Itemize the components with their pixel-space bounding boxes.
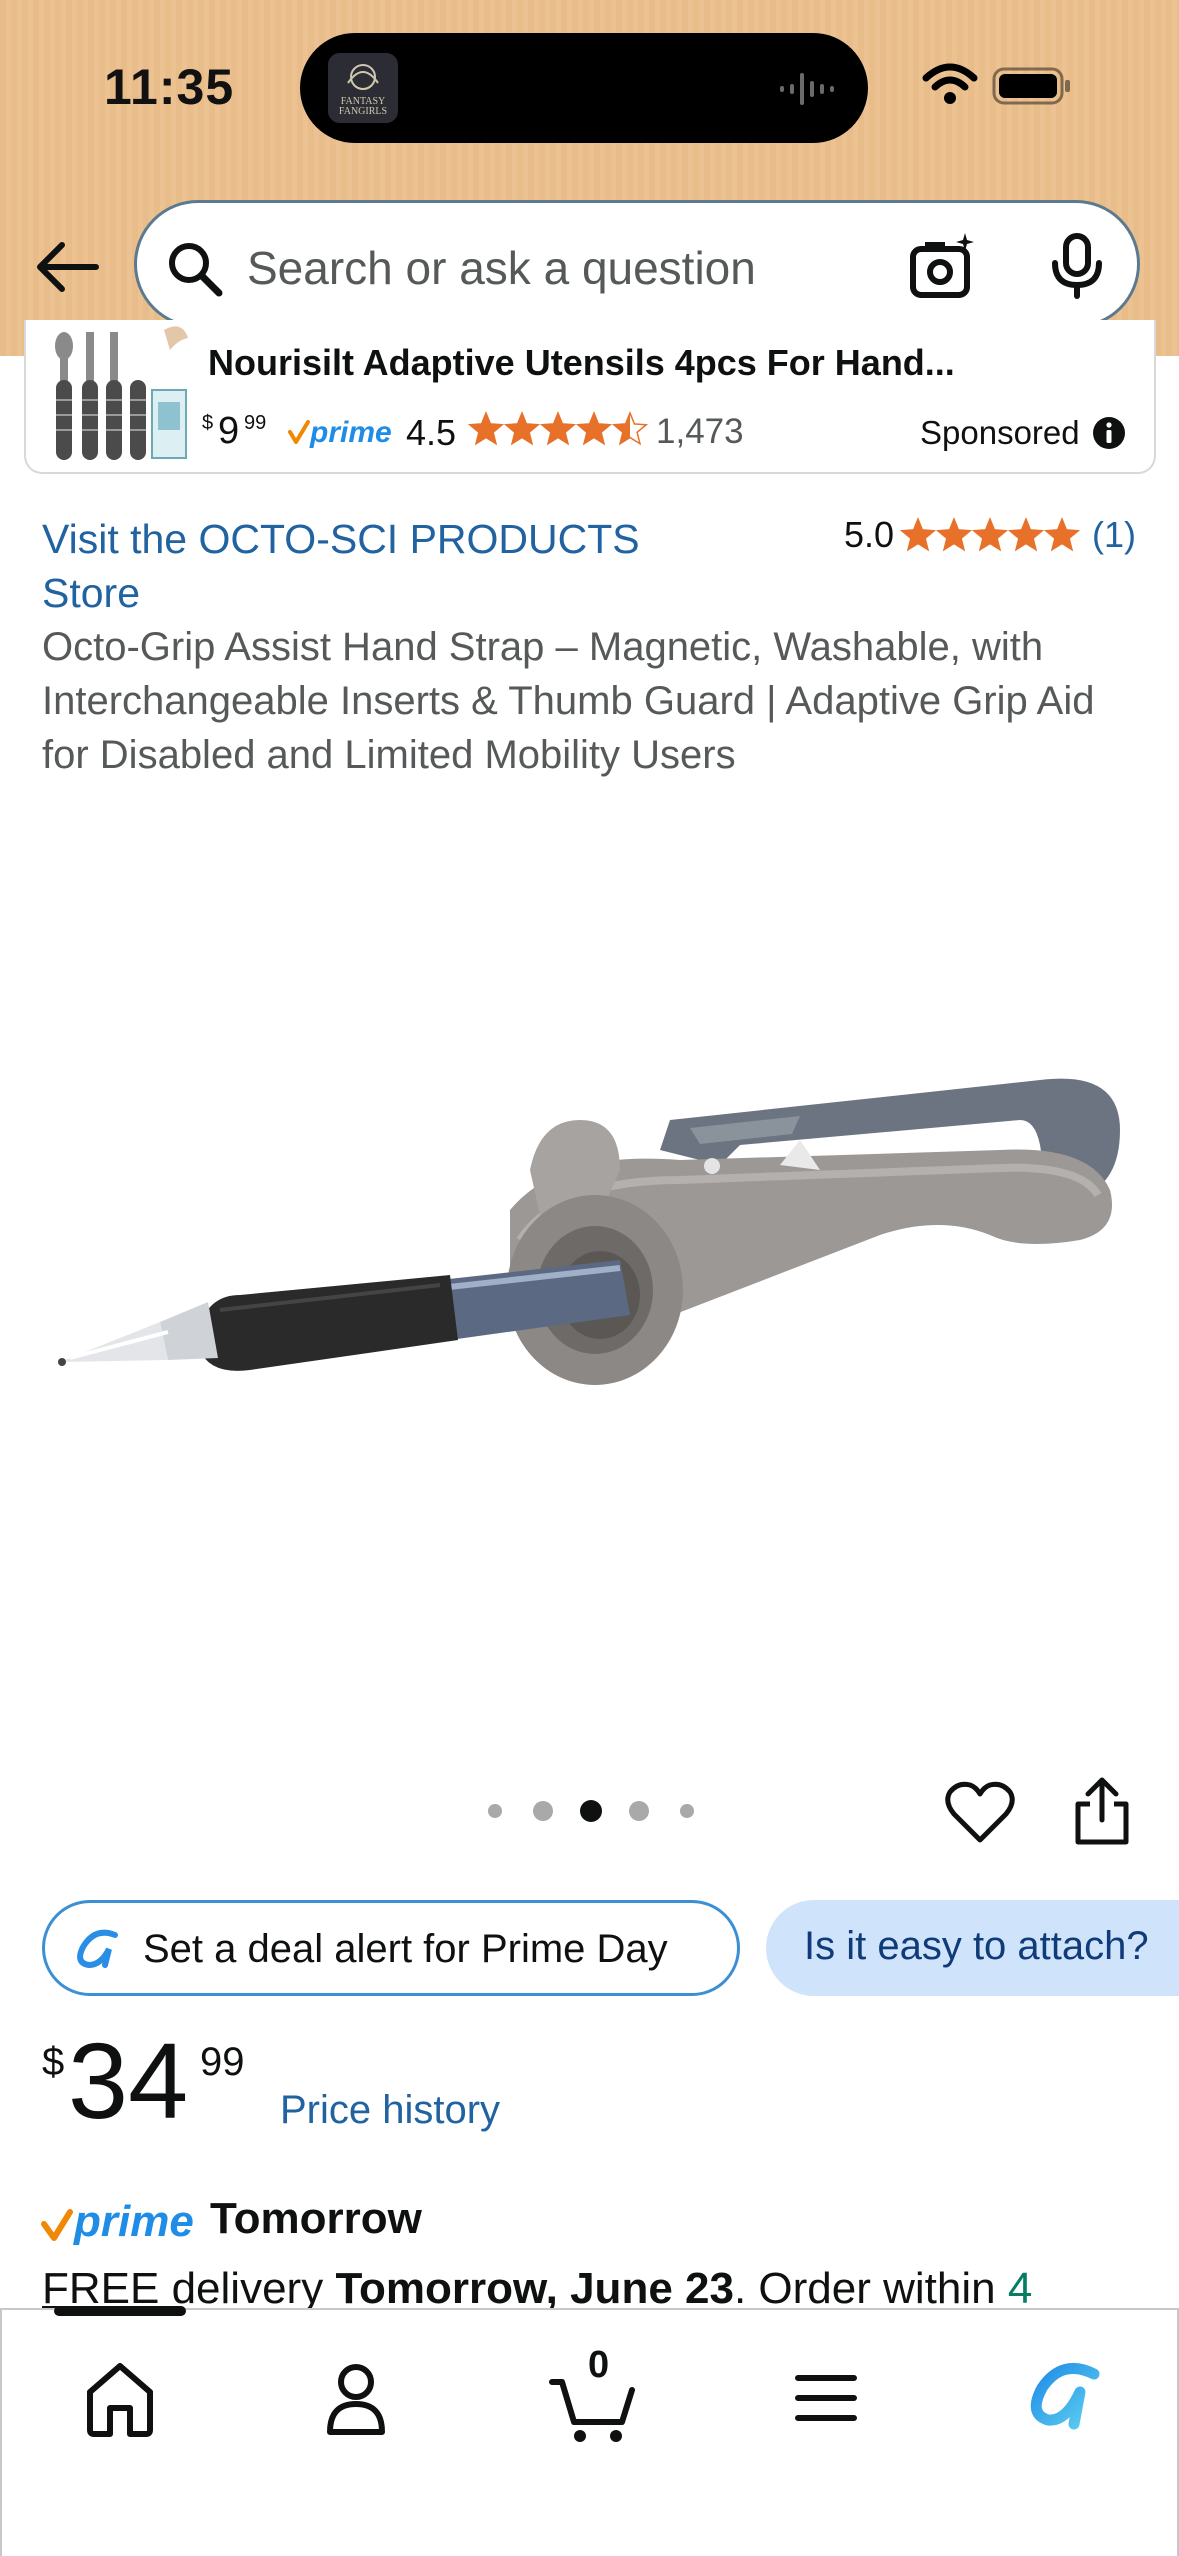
- share-icon[interactable]: [1070, 1776, 1134, 1848]
- star-1: [900, 516, 937, 552]
- audio-wave-icon: [780, 73, 834, 105]
- star-4: [575, 410, 613, 446]
- price-whole: 34: [68, 2020, 189, 2141]
- star-5: [611, 410, 648, 446]
- delivery-date: Tomorrow, June 23: [335, 2264, 734, 2313]
- info-icon[interactable]: [1092, 416, 1126, 450]
- price-symbol: $: [42, 2040, 65, 2084]
- prime-delivery-speed: Tomorrow: [210, 2194, 422, 2243]
- star-3: [971, 516, 1009, 552]
- status-time: 11:35: [104, 59, 235, 115]
- sponsored-price-whole: 9: [218, 410, 240, 452]
- camera-search-icon[interactable]: [907, 231, 977, 301]
- back-arrow-icon[interactable]: [34, 240, 100, 294]
- price-history-link[interactable]: Price history: [280, 2088, 500, 2133]
- star-2: [503, 410, 541, 446]
- star-1: [468, 410, 505, 446]
- delivery-message: FREE delivery Tomorrow, June 23. Order w…: [42, 2264, 1032, 2314]
- bottom-tab-bar: 0: [0, 2306, 1179, 2556]
- battery-icon: [992, 67, 1070, 105]
- star-3: [539, 410, 577, 446]
- product-title: Octo-Grip Assist Hand Strap – Magnetic, …: [42, 625, 1095, 777]
- sponsored-rating: 4.5: [406, 412, 457, 453]
- search-icon: [169, 243, 223, 297]
- star-4: [1007, 516, 1045, 552]
- sponsored-price-fraction: 99: [244, 412, 267, 434]
- active-tab-indicator: [54, 2306, 186, 2316]
- heart-icon[interactable]: [944, 1780, 1016, 1846]
- delivery-prime-label: prime: [73, 2197, 194, 2246]
- microphone-icon[interactable]: [1049, 233, 1105, 299]
- ask-question-label: Is it easy to attach?: [804, 1924, 1149, 1968]
- prime-badge-icon: prime: [288, 416, 392, 449]
- product-star-rating[interactable]: [900, 516, 1080, 556]
- account-icon[interactable]: [306, 2348, 406, 2448]
- sponsored-review-count[interactable]: 1,473: [656, 412, 744, 452]
- sponsored-star-rating: [468, 410, 648, 446]
- home-icon[interactable]: [70, 2348, 170, 2448]
- cart-tab[interactable]: 0: [544, 2344, 644, 2448]
- sponsored-label: Sponsored: [920, 414, 1080, 451]
- delivery-countdown: 4: [1007, 2264, 1033, 2313]
- deal-alert-label: Set a deal alert for Prime Day: [143, 1927, 668, 1971]
- star-2: [935, 516, 973, 552]
- image-carousel-dots[interactable]: [484, 1800, 704, 1830]
- app-header: 11:35 FANTASY FANGIRLS Search or ask a q…: [0, 0, 1179, 356]
- sponsored-product-thumbnail: [42, 320, 192, 466]
- carousel-dot-3[interactable]: [580, 1800, 602, 1822]
- deal-alert-chip[interactable]: Set a deal alert for Prime Day: [42, 1900, 740, 1996]
- sponsored-prime-label: prime: [309, 416, 392, 449]
- sponsored-product-card[interactable]: Nourisilt Adaptive Utensils 4pcs For Han…: [24, 320, 1156, 474]
- prime-logo-icon: prime: [41, 2197, 194, 2246]
- sponsored-price-symbol: $: [202, 412, 214, 434]
- carousel-dot-2[interactable]: [533, 1801, 553, 1821]
- delivery-order-text: . Order within: [733, 2264, 1008, 2313]
- cart-count: 0: [588, 2344, 610, 2386]
- dynamic-island[interactable]: FANTASY FANGIRLS: [300, 33, 868, 143]
- wifi-icon: [922, 63, 978, 104]
- search-placeholder: Search or ask a question: [247, 242, 756, 294]
- activity-avatar: FANTASY FANGIRLS: [328, 53, 398, 123]
- sponsored-title[interactable]: Nourisilt Adaptive Utensils 4pcs For Han…: [208, 342, 955, 384]
- store-link[interactable]: Visit the OCTO-SCI PRODUCTS Store: [42, 512, 722, 620]
- search-input[interactable]: Search or ask a question: [134, 200, 1140, 328]
- carousel-dot-4[interactable]: [629, 1801, 649, 1821]
- carousel-dot-5[interactable]: [680, 1804, 694, 1818]
- rufus-icon: [77, 1929, 118, 1969]
- ask-question-chip[interactable]: Is it easy to attach?: [766, 1900, 1179, 1996]
- menu-icon[interactable]: [776, 2348, 876, 2448]
- product-review-count[interactable]: (1): [1092, 514, 1136, 556]
- price-fraction: 99: [200, 2040, 245, 2084]
- delivery-text: delivery: [159, 2264, 336, 2313]
- product-rating-value: 5.0: [844, 514, 895, 555]
- product-image[interactable]: [40, 1040, 1140, 1440]
- star-5: [1043, 516, 1080, 552]
- rufus-assistant-icon[interactable]: [1012, 2348, 1112, 2448]
- activity-label: FANTASY FANGIRLS: [338, 96, 388, 117]
- carousel-dot-1[interactable]: [488, 1804, 502, 1818]
